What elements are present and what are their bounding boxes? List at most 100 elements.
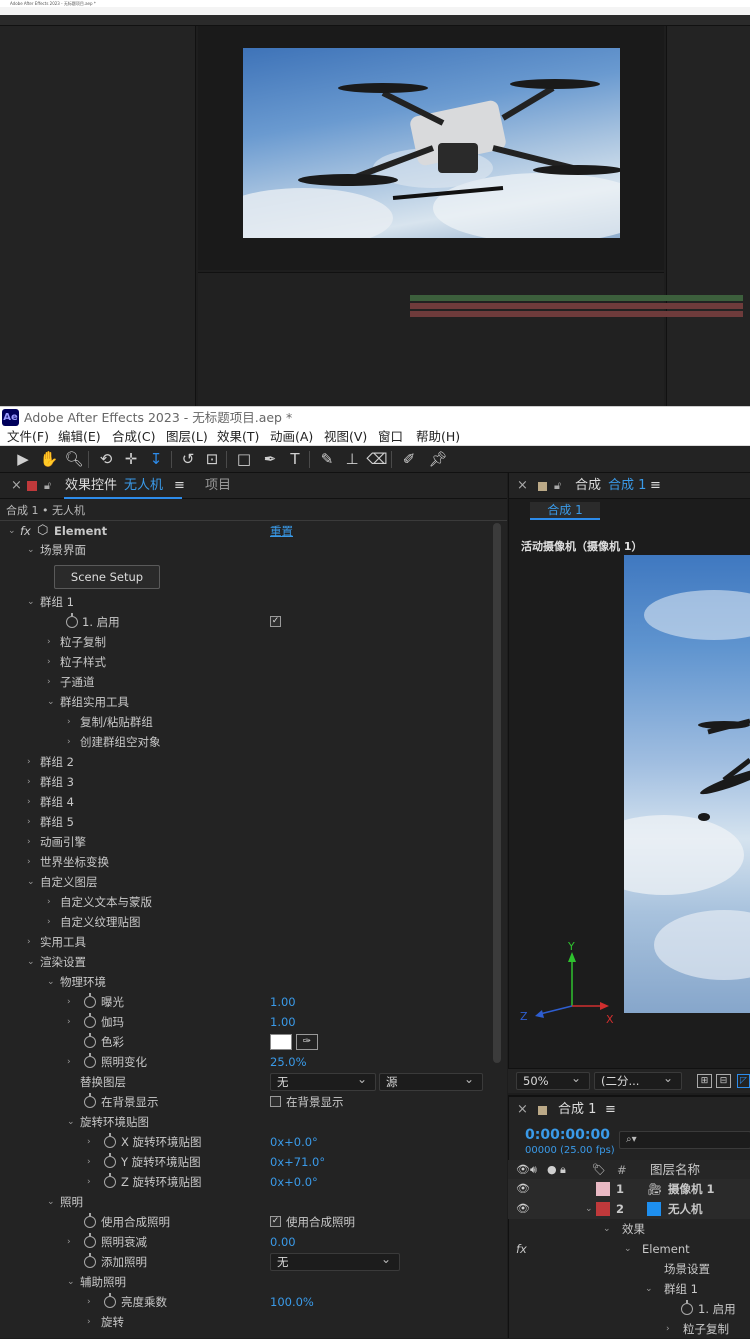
orbit-camera-tool-icon[interactable]: ⟲ [95,448,117,470]
comp-subtab[interactable]: 合成 1 [530,502,600,520]
resolution-dropdown[interactable]: (二分... [594,1070,682,1090]
stopwatch-icon[interactable] [681,1300,693,1315]
stopwatch-icon[interactable] [84,1233,96,1248]
particle-style-row[interactable]: › 粒子样式 [0,652,492,672]
zoom-tool-icon[interactable]: 🔍︎ [63,448,85,470]
pan-camera-tool-icon[interactable]: ✛ [120,448,142,470]
eye-icon[interactable]: 👁︎ [516,1179,530,1199]
rectangle-tool-icon[interactable]: □ [233,448,255,470]
particle-replicate-row[interactable]: › 粒子复制 [0,632,492,652]
stopwatch-icon[interactable] [66,613,78,628]
layer-row[interactable]: 👁︎ ⌄ 2 无人机 [508,1199,750,1219]
pen-tool-icon[interactable]: ✒ [259,448,281,470]
group1-row[interactable]: ⌄ 群组 1 [0,592,492,612]
grid-icon[interactable]: ⊟ [716,1074,731,1088]
close-panel-icon[interactable]: × [517,473,528,499]
stopwatch-icon[interactable] [104,1153,116,1168]
layer-name[interactable]: 无人机 [668,1199,703,1219]
animation-engine-row[interactable]: › 动画引擎 [0,832,492,852]
enable-checkbox[interactable]: ✓ [270,616,281,627]
effect-element-row[interactable]: ⌄ fx ⬡ Element 重置 [0,521,492,541]
puppet-pin-tool-icon[interactable]: 📌︎ [427,448,449,470]
gamma-row[interactable]: › 伽玛 1.00 [0,1012,492,1032]
tint-row[interactable]: 色彩 ✑ [0,1032,492,1052]
copy-paste-group-row[interactable]: › 复制/粘贴群组 [0,712,492,732]
z-rotation-value[interactable]: 0x+0.0° [270,1172,318,1192]
z-rotation-row[interactable]: › Z 旋转环境贴图 0x+0.0° [0,1172,492,1192]
show-in-bg-checkbox[interactable] [270,1096,281,1107]
chevron-down-icon[interactable]: ⌄ [585,1199,593,1219]
aux-light-row[interactable]: ⌄ 辅助照明 [0,1272,492,1292]
menu-window[interactable]: 窗口 [378,428,403,446]
menu-effect[interactable]: 效果(T) [217,428,259,446]
panel-menu-icon[interactable]: ≡ [650,473,661,499]
scene-interface-row[interactable]: ⌄ 场景界面 [0,540,492,560]
light-falloff-row[interactable]: › 照明衰减 0.00 [0,1232,492,1252]
selection-tool-icon[interactable]: ▶ [12,448,34,470]
effect-controls-tab[interactable]: 效果控件 [65,473,117,499]
brightness-mult-row[interactable]: › 亮度乘数 100.0% [0,1292,492,1312]
anchor-tool-icon[interactable]: ⊡ [201,448,223,470]
timecode[interactable]: 0:00:00:00 [525,1127,610,1143]
roto-brush-tool-icon[interactable]: ✐ [398,448,420,470]
timeline-search-input[interactable]: ⌕▾ [619,1131,750,1149]
render-settings-row[interactable]: ⌄ 渲染设置 [0,952,492,972]
scene-setup-button[interactable]: Scene Setup [54,565,160,589]
lighting-row[interactable]: ⌄ 照明 [0,1192,492,1212]
brush-tool-icon[interactable]: ✎ [316,448,338,470]
group4-row[interactable]: › 群组 4 [0,792,492,812]
scene-setup-tree-row[interactable]: 场景设置 [508,1259,750,1279]
group1-tree-row[interactable]: ⌄ 群组 1 [508,1279,750,1299]
hand-tool-icon[interactable]: ✋ [38,448,60,470]
stopwatch-icon[interactable] [84,1253,96,1268]
custom-layers-row[interactable]: ⌄ 自定义图层 [0,872,492,892]
layer-row[interactable]: 👁︎ 1 🎥︎ 摄像机 1 [508,1179,750,1199]
stopwatch-icon[interactable] [84,1013,96,1028]
close-panel-icon[interactable]: × [517,1097,528,1123]
x-rotation-value[interactable]: 0x+0.0° [270,1132,318,1152]
brightness-mult-value[interactable]: 100.0% [270,1292,314,1312]
panel-menu-icon[interactable]: ≡ [174,473,185,499]
group2-row[interactable]: › 群组 2 [0,752,492,772]
rotate-env-row[interactable]: ⌄ 旋转环境贴图 [0,1112,492,1132]
exposure-value[interactable]: 1.00 [270,992,296,1012]
solo-icon[interactable]: ● [547,1160,557,1180]
world-transform-row[interactable]: › 世界坐标变换 [0,852,492,872]
eraser-tool-icon[interactable]: ⌫ [366,448,388,470]
tint-color-swatch[interactable] [270,1034,292,1050]
light-falloff-value[interactable]: 0.00 [270,1232,296,1252]
composition-tab[interactable]: 合成 [575,473,601,499]
col-layer-name[interactable]: 图层名称 [650,1160,700,1180]
group5-row[interactable]: › 群组 5 [0,812,492,832]
snapshot-icon[interactable]: ⊞ [697,1074,712,1088]
menu-file[interactable]: 文件(F) [7,428,49,446]
menu-view[interactable]: 视图(V) [324,428,367,446]
custom-texture-row[interactable]: › 自定义纹理贴图 [0,912,492,932]
reset-link[interactable]: 重置 [270,521,293,541]
lock-icon[interactable]: 🔒︎ [560,1160,566,1180]
lock-icon[interactable]: 🔓︎ [554,473,561,499]
create-null-row[interactable]: › 创建群组空对象 [0,732,492,752]
light-variation-row[interactable]: › 照明变化 25.0% [0,1052,492,1072]
replace-layer-dropdown[interactable]: 无 [270,1071,376,1091]
audio-icon[interactable]: 🔊︎ [530,1160,537,1180]
label-tag-icon[interactable]: 🏷︎ [592,1160,606,1180]
menu-help[interactable]: 帮助(H) [416,428,460,446]
physical-env-row[interactable]: ⌄ 物理环境 [0,972,492,992]
close-panel-icon[interactable]: × [11,473,22,499]
custom-text-mask-row[interactable]: › 自定义文本与蒙版 [0,892,492,912]
fx-icon[interactable]: fx [516,1239,527,1259]
fx-icon[interactable]: fx [20,521,31,541]
video-visibility-icon[interactable]: 👁︎ [516,1160,530,1180]
y-rotation-row[interactable]: › Y 旋转环境贴图 0x+71.0° [0,1152,492,1172]
layer-label-color[interactable] [596,1202,610,1216]
group-utility-row[interactable]: ⌄ 群组实用工具 [0,692,492,712]
type-tool-icon[interactable]: T [284,448,306,470]
zoom-dropdown[interactable]: 50% [516,1070,590,1090]
eyedropper-icon[interactable]: ✑ [296,1034,318,1050]
menu-edit[interactable]: 编辑(E) [58,428,101,446]
enable-tree-row[interactable]: 1. 启用 [508,1299,750,1319]
stopwatch-icon[interactable] [104,1173,116,1188]
subchannel-row[interactable]: › 子通道 [0,672,492,692]
rotation-row[interactable]: › 旋转 [0,1312,492,1332]
